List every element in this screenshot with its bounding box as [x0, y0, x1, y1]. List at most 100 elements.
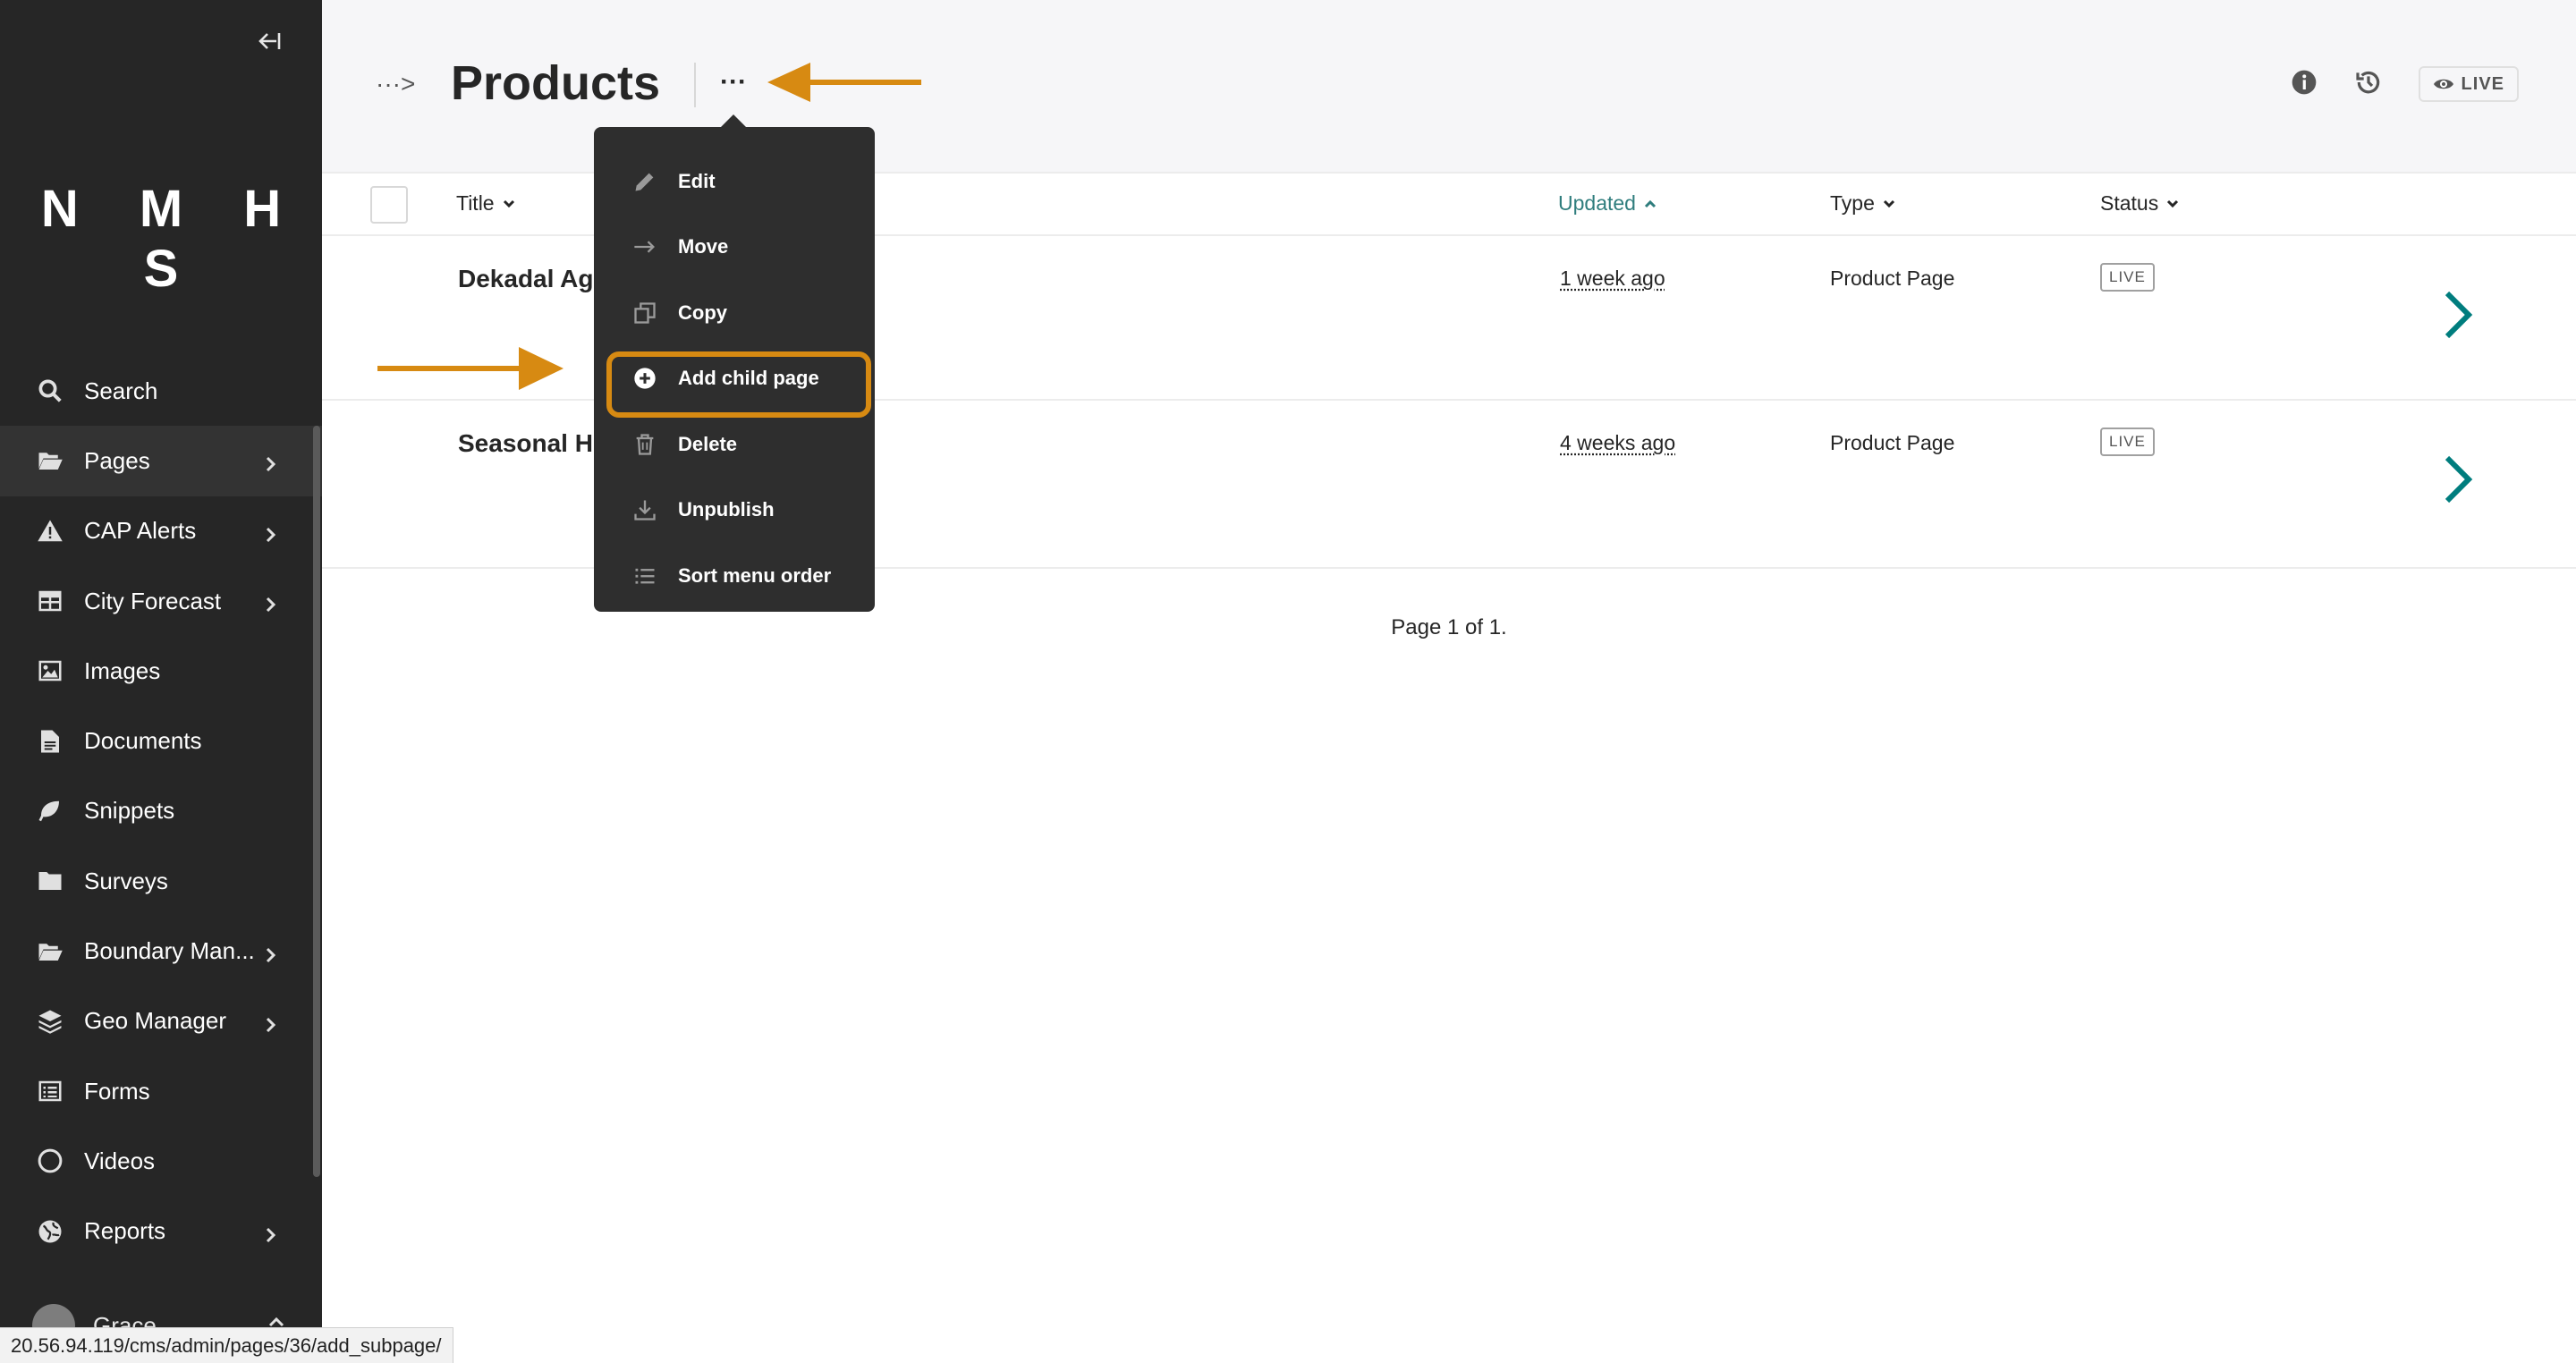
row-title[interactable]: Seasonal H: [458, 429, 593, 458]
info-icon[interactable]: [2290, 68, 2318, 101]
warning-icon: [36, 517, 64, 546]
circle-icon: [36, 1147, 64, 1175]
status-badge: LIVE: [2100, 428, 2155, 456]
layers-icon: [36, 1007, 64, 1036]
sidebar-item-surveys[interactable]: Surveys: [0, 846, 322, 916]
list-icon: [631, 563, 658, 589]
sidebar-item-city-forecast[interactable]: City Forecast: [0, 566, 322, 636]
column-header-updated[interactable]: Updated: [1558, 191, 1657, 216]
pagination-status: Page 1 of 1.: [1391, 615, 1507, 639]
breadcrumb-toggle[interactable]: ···>: [376, 70, 415, 98]
chevron-right-icon: [261, 592, 279, 613]
menu-item-label: Add child page: [678, 367, 819, 390]
eye-icon: [2433, 79, 2453, 89]
document-icon: [36, 727, 64, 756]
sidebar-item-snippets[interactable]: Snippets: [0, 776, 322, 846]
menu-item-label: Move: [678, 235, 729, 258]
column-label: Title: [456, 191, 495, 215]
sidebar-item-label: Geo Manager: [84, 1007, 226, 1035]
pencil-icon: [631, 168, 658, 195]
menu-item-copy[interactable]: Copy: [594, 280, 875, 346]
sidebar-item-images[interactable]: Images: [0, 636, 322, 706]
column-header-title[interactable]: Title: [456, 191, 516, 216]
folder-open-icon: [36, 446, 64, 475]
menu-item-sort-menu-order[interactable]: Sort menu order: [594, 543, 875, 609]
site-logo[interactable]: N M H S: [0, 179, 322, 299]
menu-item-unpublish[interactable]: Unpublish: [594, 478, 875, 544]
image-icon: [36, 656, 64, 685]
chevron-right-icon[interactable]: [2438, 453, 2478, 506]
sidebar-item-geo-manager[interactable]: Geo Manager: [0, 986, 322, 1056]
sidebar-item-label: Forms: [84, 1077, 150, 1105]
collapse-sidebar-icon[interactable]: [250, 25, 286, 57]
snippet-icon: [36, 797, 64, 825]
sidebar-item-videos[interactable]: Videos: [0, 1126, 322, 1196]
menu-item-delete[interactable]: Delete: [594, 411, 875, 478]
menu-item-label: Copy: [678, 301, 727, 324]
live-status-button[interactable]: LIVE: [2418, 66, 2519, 102]
sidebar-item-forms[interactable]: Forms: [0, 1056, 322, 1126]
chevron-up-icon: [1644, 199, 1657, 207]
sidebar-item-label: Search: [84, 377, 158, 404]
copy-icon: [631, 300, 658, 326]
sidebar-item-label: Snippets: [84, 797, 175, 825]
menu-item-edit[interactable]: Edit: [594, 148, 875, 215]
column-header-status[interactable]: Status: [2100, 191, 2180, 216]
table-icon: [36, 587, 64, 615]
sidebar-item-label: Surveys: [84, 867, 168, 894]
search-icon: [36, 377, 64, 405]
arrow-right-icon: [631, 233, 658, 260]
sidebar-item-pages[interactable]: Pages: [0, 426, 322, 496]
sidebar-scrollbar[interactable]: [313, 426, 320, 1177]
chevron-down-icon: [2167, 199, 2179, 207]
sidebar-item-label: Pages: [84, 446, 150, 474]
sidebar-item-label: Videos: [84, 1147, 156, 1174]
menu-item-label: Delete: [678, 432, 738, 455]
sidebar-item-label: Images: [84, 656, 161, 684]
live-label: LIVE: [2461, 73, 2504, 94]
title-divider: [694, 63, 696, 107]
column-label: Type: [1830, 191, 1875, 215]
sidebar-item-label: City Forecast: [84, 587, 222, 614]
chevron-down-icon: [1883, 199, 1894, 207]
chevron-right-icon: [261, 522, 279, 542]
menu-item-move[interactable]: Move: [594, 215, 875, 281]
menu-item-label: Sort menu order: [678, 563, 832, 587]
chevron-right-icon: [261, 943, 279, 962]
status-badge: LIVE: [2100, 263, 2155, 292]
column-label: Status: [2100, 191, 2159, 215]
status-bar-url: 20.56.94.119/cms/admin/pages/36/add_subp…: [0, 1327, 453, 1363]
sidebar-item-documents[interactable]: Documents: [0, 706, 322, 775]
folder-open-icon: [36, 937, 64, 966]
chevron-down-icon: [503, 199, 514, 207]
sidebar-item-reports[interactable]: Reports: [0, 1197, 322, 1266]
sidebar-item-label: CAP Alerts: [84, 517, 197, 545]
history-icon[interactable]: [2354, 68, 2383, 101]
main-nav: Search Pages CAP Alerts City Forecast Im…: [0, 356, 322, 1266]
sidebar: N M H S Search Pages CAP Alerts City For…: [0, 0, 322, 1363]
list-icon: [36, 1077, 64, 1105]
menu-item-label: Unpublish: [678, 498, 775, 521]
sidebar-item-cap-alerts[interactable]: CAP Alerts: [0, 496, 322, 566]
sidebar-item-boundary-manager[interactable]: Boundary Man...: [0, 916, 322, 986]
plus-circle-icon: [631, 365, 658, 392]
column-label: Updated: [1558, 191, 1636, 215]
select-all-checkbox[interactable]: [370, 186, 408, 224]
download-icon: [631, 496, 658, 523]
row-type: Product Page: [1830, 431, 1955, 454]
sidebar-item-search[interactable]: Search: [0, 356, 322, 426]
menu-item-label: Edit: [678, 169, 716, 192]
chevron-right-icon[interactable]: [2438, 288, 2478, 342]
column-header-type[interactable]: Type: [1830, 191, 1896, 216]
sidebar-item-label: Boundary Man...: [84, 937, 255, 965]
sidebar-item-label: Documents: [84, 727, 202, 755]
row-type: Product Page: [1830, 267, 1955, 290]
page-actions-dropdown: Edit Move Copy Add child page Delete Unp…: [594, 127, 875, 612]
trash-icon: [631, 431, 658, 458]
header-actions: LIVE: [2290, 66, 2519, 102]
more-actions-button[interactable]: ···: [716, 64, 751, 100]
row-title[interactable]: Dekadal Ag: [458, 265, 593, 293]
annotation-arrow-left-icon: [767, 63, 921, 102]
chevron-right-icon: [261, 1012, 279, 1032]
menu-item-add-child-page[interactable]: Add child page: [594, 346, 875, 417]
